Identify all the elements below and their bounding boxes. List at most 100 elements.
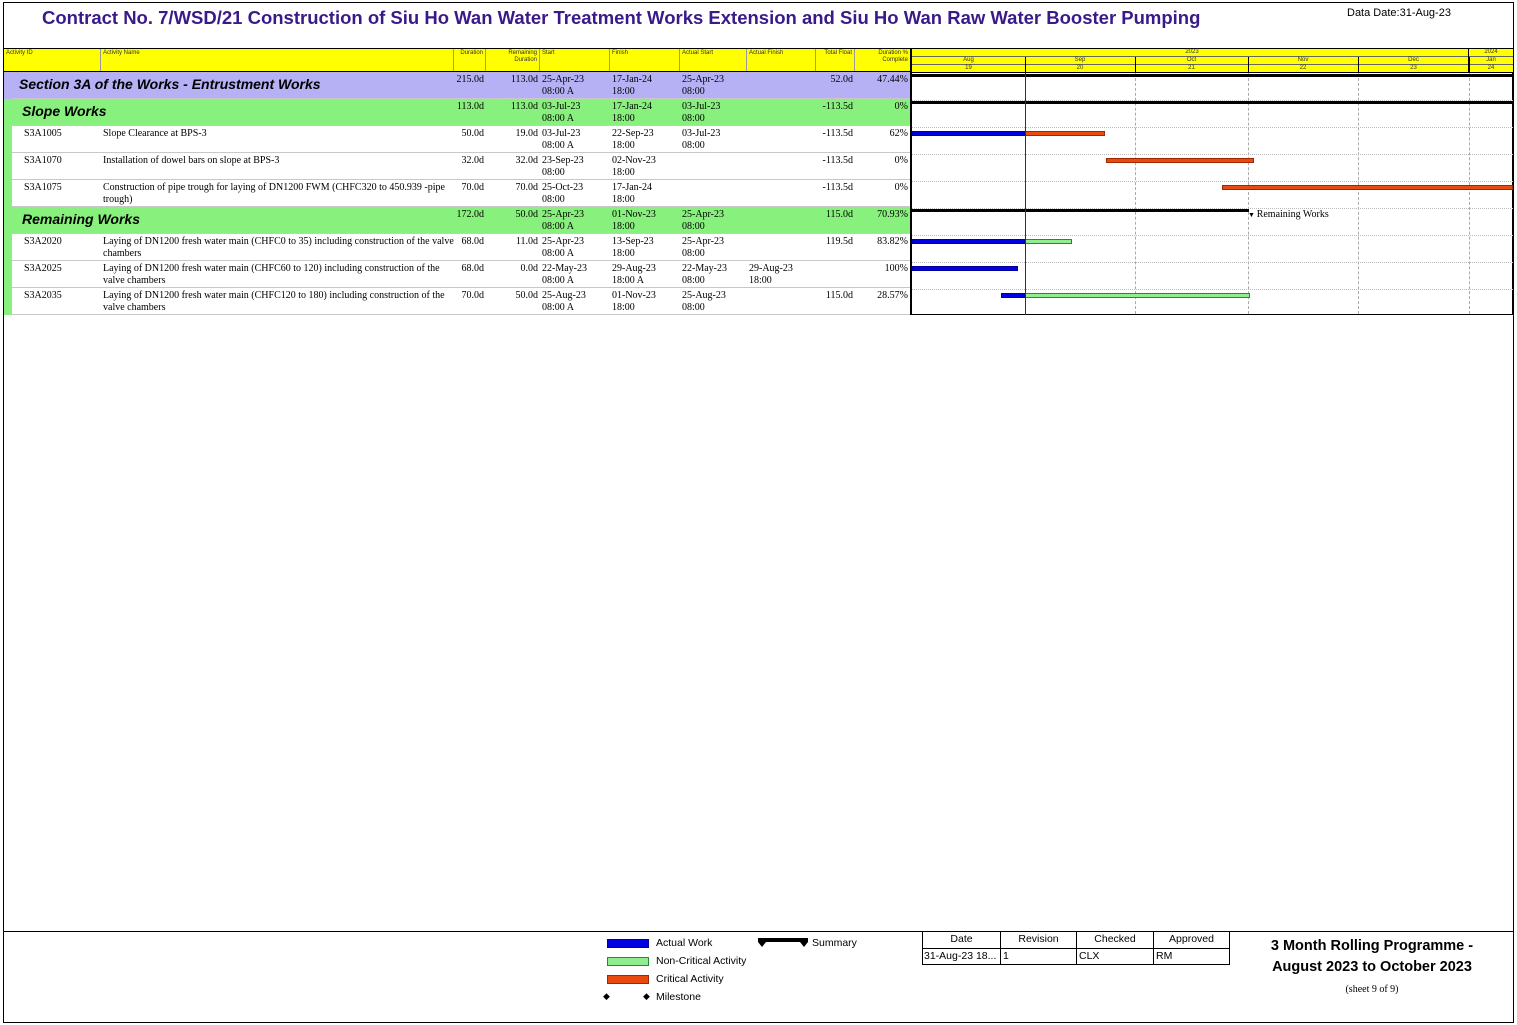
activity-id: S3A2025 [24, 263, 62, 274]
col-activity-name[interactable]: Activity Name [101, 49, 454, 71]
rev-header-checked: Checked [1077, 932, 1154, 948]
finish-date: 17-Jan-24 [612, 182, 652, 193]
gantt-bar-critical[interactable] [1222, 185, 1513, 190]
data-date-line [1025, 73, 1026, 315]
activity-id: S3A1075 [24, 182, 62, 193]
summary-bar-slope-works[interactable] [912, 101, 1513, 104]
finish-date: 13-Sep-23 [612, 236, 654, 247]
month-code: 22 [1299, 65, 1307, 71]
finish-date: 22-Sep-23 [612, 128, 654, 139]
start-time: 08:00 [542, 194, 565, 205]
cell-duration: 32.0d [461, 155, 485, 166]
table-row[interactable]: S3A1005 Slope Clearance at BPS-3 50.0d 19.0… [4, 126, 910, 153]
gantt-bar-critical[interactable] [1025, 131, 1105, 136]
col-start[interactable]: Start [540, 49, 610, 71]
cell-afinish: 29-Aug-23 18:00 [747, 261, 816, 288]
table-row[interactable]: S3A1070 Installation of dowel bars on slo… [4, 153, 910, 180]
milestone-diamond-icon: ◆ [603, 991, 610, 1001]
col-duration[interactable]: Duration [454, 49, 486, 71]
table-row[interactable]: S3A2035 Laying of DN1200 fresh water main… [4, 288, 910, 315]
cell-float: 119.5d [825, 236, 853, 247]
outline-bar [4, 180, 12, 207]
start-date: 25-Aug-23 [542, 290, 586, 301]
col-activity-id[interactable]: Activity ID [4, 49, 101, 71]
gantt-bar-noncritical[interactable] [1025, 293, 1250, 298]
table-row[interactable]: S3A2025 Laying of DN1200 fresh water main… [4, 261, 910, 288]
col-duration-pct[interactable]: Duration % Complete [855, 49, 910, 71]
cell-remaining: 113.0d [510, 74, 538, 85]
cell-duration: 68.0d [461, 263, 485, 274]
month-code: 24 [1487, 65, 1495, 71]
finish-date: 29-Aug-23 [612, 263, 656, 274]
gantt-bar-noncritical[interactable] [1025, 239, 1072, 244]
activity-id: S3A1070 [24, 155, 62, 166]
finish-date: 17-Jan-24 [612, 101, 652, 112]
start-date: 22-May-23 [542, 263, 587, 274]
table-row[interactable]: S3A2020 Laying of DN1200 fresh water main… [4, 234, 910, 261]
astart-date: 03-Jul-23 [682, 128, 721, 139]
outline-bar [4, 99, 12, 126]
activity-id: S3A1005 [24, 128, 62, 139]
cell-astart: 25-Apr-23 08:00 [680, 72, 747, 99]
cell-pct: 28.57% [877, 290, 908, 301]
astart-time: 08:00 [682, 275, 705, 286]
cell-finish: 29-Aug-23 18:00 A [610, 261, 680, 288]
section-row[interactable]: Section 3A of the Works - Entrustment Wo… [4, 72, 910, 99]
cell-start: 25-Aug-23 08:00 A [540, 288, 610, 315]
summary-bar-icon [758, 938, 808, 947]
afinish-time: 18:00 [749, 275, 772, 286]
finish-date: 02-Nov-23 [612, 155, 656, 166]
month-label: Dec [1408, 57, 1419, 63]
cell-afinish [747, 288, 816, 315]
table-header: Activity ID Activity Name Duration Remai… [4, 48, 910, 72]
gantt-label-text: Remaining Works [1256, 209, 1329, 220]
start-date: 25-Apr-23 [542, 74, 585, 85]
group-row[interactable]: Remaining Works 172.0d 50.0d 25-Apr-23 08:00… [4, 207, 910, 234]
gantt-bar-actual[interactable] [912, 239, 1025, 244]
cell-finish: 13-Sep-23 18:00 [610, 234, 680, 261]
col-finish[interactable]: Finish [610, 49, 680, 71]
group-title: Slope Works [22, 103, 107, 119]
astart-time: 08:00 [682, 221, 705, 232]
year-2023: 2023 [1185, 49, 1199, 55]
gantt-bar-actual[interactable] [912, 131, 1025, 136]
cell-pct: 83.82% [877, 236, 908, 247]
cell-finish: 01-Nov-23 18:00 [610, 288, 680, 315]
cell-astart [680, 180, 747, 207]
cell-start: 25-Oct-23 08:00 [540, 180, 610, 207]
cell-float: -113.5d [822, 101, 853, 112]
cell-pct: 100% [884, 263, 908, 274]
cell-duration: 215.0d [456, 74, 485, 85]
col-actual-finish[interactable]: Actual Finish [747, 49, 816, 71]
gantt-bar-critical[interactable] [1106, 158, 1254, 163]
col-remaining-duration[interactable]: Remaining Duration [486, 49, 540, 71]
summary-bar-remaining-works[interactable] [912, 209, 1249, 212]
group-row[interactable]: Slope Works 113.0d 113.0d 03-Jul-23 08:00 A1… [4, 99, 910, 126]
finish-date: 17-Jan-24 [612, 74, 652, 85]
cell-remaining: 0.0d [520, 263, 539, 274]
col-actual-start[interactable]: Actual Start [680, 49, 747, 71]
cell-finish: 02-Nov-23 18:00 [610, 153, 680, 180]
cell-remaining: 19.0d [515, 128, 539, 139]
cell-start: 25-Apr-23 08:00 A [540, 72, 610, 99]
finish-date: 01-Nov-23 [612, 290, 656, 301]
cell-finish: 01-Nov-23 18:00 [610, 207, 680, 234]
gantt-bar-actual[interactable] [1001, 293, 1025, 298]
outline-bar [4, 261, 12, 288]
finish-time: 18:00 [612, 86, 635, 97]
cell-start: 25-Apr-23 08:00 A [540, 207, 610, 234]
cell-finish: 17-Jan-24 18:00 [610, 180, 680, 207]
astart-date: 03-Jul-23 [682, 101, 721, 112]
cell-afinish [747, 234, 816, 261]
cell-start: 23-Sep-23 08:00 [540, 153, 610, 180]
table-row[interactable]: S3A1075 Construction of pipe trough for l… [4, 180, 910, 207]
month-code: 23 [1410, 65, 1417, 71]
outline-bar [4, 72, 12, 99]
gantt-bar-actual[interactable] [912, 266, 1018, 271]
cell-remaining: 50.0d [515, 290, 539, 301]
finish-time: 18:00 [612, 167, 635, 178]
summary-bar-section-3a[interactable] [912, 74, 1513, 77]
col-total-float[interactable]: Total Float [816, 49, 855, 71]
rev-value-date: 31-Aug-23 18... [923, 949, 1001, 964]
activity-id: S3A2035 [24, 290, 62, 301]
